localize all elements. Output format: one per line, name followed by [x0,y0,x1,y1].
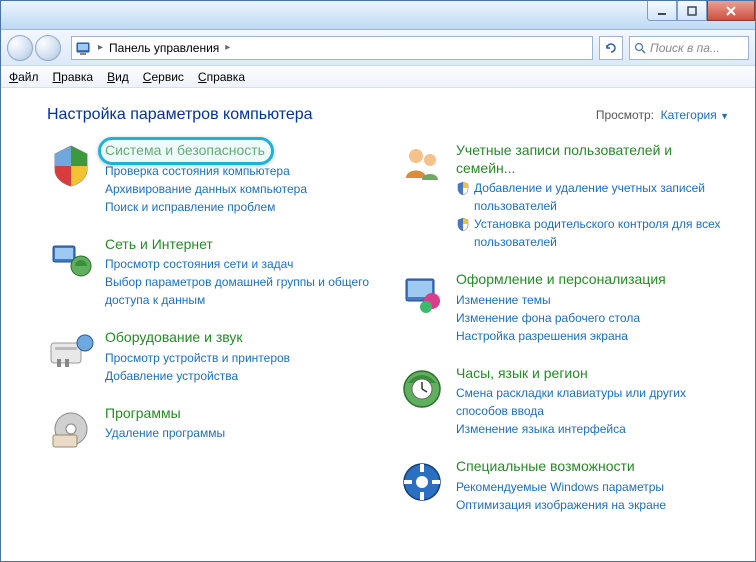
chevron-down-icon: ▼ [720,111,729,121]
category-body: Специальные возможности Рекомендуемые Win… [456,458,729,514]
appearance-icon [398,271,446,319]
category-network: Сеть и Интернет Просмотр состояния сети и… [47,236,378,310]
menubar: Файл Правка Вид Сервис Справка [1,66,755,88]
breadcrumb-label[interactable]: Панель управления [109,41,219,55]
sublink[interactable]: Поиск и исправление проблем [105,198,275,216]
sublinks: Удаление программы [105,424,378,442]
view-by-label: Просмотр: [596,108,654,122]
category-body: Программы Удаление программы [105,405,378,453]
sublink[interactable]: Архивирование данных компьютера [105,180,307,198]
sublink[interactable]: Оптимизация изображения на экране [456,496,666,514]
category-title-link[interactable]: Оборудование и звук [105,329,243,345]
network-icon [47,236,95,284]
search-icon [634,42,646,54]
sublinks: Проверка состояния компьютераАрхивирован… [105,162,378,216]
close-button[interactable] [707,1,755,21]
menu-edit[interactable]: Правка [53,70,94,84]
refresh-button[interactable] [599,36,623,60]
category-title-link[interactable]: Программы [105,405,181,421]
sublink[interactable]: Изменение языка интерфейса [456,420,626,438]
clock-icon [398,365,446,413]
sublinks: Смена раскладки клавиатуры или других сп… [456,384,729,438]
category-users: Учетные записи пользователей и семейн...… [398,142,729,251]
category-body: Оформление и персонализация Изменение тем… [456,271,729,345]
category-body: Система и безопасность Проверка состояния… [105,142,378,216]
category-accessibility: Специальные возможности Рекомендуемые Win… [398,458,729,514]
sublinks: Просмотр состояния сети и задачВыбор пар… [105,255,378,309]
window-controls [647,1,755,21]
categories-right: Учетные записи пользователей и семейн...… [398,142,729,514]
breadcrumb-arrow: ▸ [96,42,105,53]
sublink[interactable]: Выбор параметров домашней группы и общег… [105,273,378,309]
sublinks: Изменение темыИзменение фона рабочего ст… [456,291,729,345]
category-title-link[interactable]: Сеть и Интернет [105,236,213,252]
menu-view[interactable]: Вид [107,70,129,84]
hardware-icon [47,329,95,377]
address-bar: ▸ Панель управления ▸ Поиск в па... [1,30,755,66]
sublink[interactable]: Изменение фона рабочего стола [456,309,640,327]
sublink[interactable]: Установка родительского контроля для все… [474,215,729,251]
sublink[interactable]: Изменение темы [456,291,551,309]
content-area: Настройка параметров компьютера Просмотр… [1,88,755,561]
sublink[interactable]: Добавление и удаление учетных записей по… [474,179,729,215]
menu-help[interactable]: Справка [198,70,245,84]
sublink[interactable]: Настройка разрешения экрана [456,327,628,345]
sublink[interactable]: Добавление устройства [105,367,238,385]
control-panel-icon [76,40,92,56]
menu-file[interactable]: Файл [9,70,39,84]
breadcrumb[interactable]: ▸ Панель управления ▸ [71,36,593,60]
menu-tools[interactable]: Сервис [143,70,184,84]
category-system-security: Система и безопасность Проверка состояния… [47,142,378,216]
shield-icon [456,217,470,231]
category-title-link[interactable]: Учетные записи пользователей и семейн... [456,142,672,176]
titlebar [1,1,755,30]
category-appearance: Оформление и персонализация Изменение тем… [398,271,729,345]
programs-icon [47,405,95,453]
categories: Система и безопасность Проверка состояния… [47,142,729,514]
category-title-link[interactable]: Оформление и персонализация [456,271,666,287]
category-title-link[interactable]: Специальные возможности [456,458,635,474]
category-clock: Часы, язык и регион Смена раскладки клави… [398,365,729,439]
category-body: Сеть и Интернет Просмотр состояния сети и… [105,236,378,310]
categories-left: Система и безопасность Проверка состояния… [47,142,378,514]
sublink[interactable]: Удаление программы [105,424,225,442]
sublink[interactable]: Просмотр устройств и принтеров [105,349,290,367]
shield-icon [456,181,470,195]
category-title-link[interactable]: Часы, язык и регион [456,365,588,381]
category-body: Часы, язык и регион Смена раскладки клави… [456,365,729,439]
category-programs: Программы Удаление программы [47,405,378,453]
back-button[interactable] [7,35,33,61]
sublink[interactable]: Проверка состояния компьютера [105,162,290,180]
search-placeholder: Поиск в па... [650,41,720,55]
sublink[interactable]: Рекомендуемые Windows параметры [456,478,664,496]
nav-buttons [7,34,65,62]
system-security-icon [47,142,95,190]
sublink[interactable]: Просмотр состояния сети и задач [105,255,293,273]
breadcrumb-arrow: ▸ [223,42,232,53]
sublinks: Добавление и удаление учетных записей по… [456,179,729,251]
sublink[interactable]: Смена раскладки клавиатуры или других сп… [456,384,729,420]
view-by: Просмотр: Категория ▼ [596,108,729,122]
view-by-value[interactable]: Категория [661,108,717,122]
category-title-link[interactable]: Система и безопасность [105,142,265,158]
page-title: Настройка параметров компьютера [47,106,313,124]
minimize-button[interactable] [647,1,677,21]
control-panel-window: ▸ Панель управления ▸ Поиск в па... Файл… [0,0,756,562]
users-icon [398,142,446,190]
maximize-button[interactable] [677,1,707,21]
forward-button[interactable] [35,35,61,61]
search-input[interactable]: Поиск в па... [629,36,749,60]
sublinks: Рекомендуемые Windows параметрыОптимизац… [456,478,729,514]
category-hardware: Оборудование и звук Просмотр устройств и … [47,329,378,385]
accessibility-icon [398,458,446,506]
category-body: Оборудование и звук Просмотр устройств и … [105,329,378,385]
category-body: Учетные записи пользователей и семейн...… [456,142,729,251]
content-header: Настройка параметров компьютера Просмотр… [47,106,729,124]
sublinks: Просмотр устройств и принтеровДобавление… [105,349,378,385]
